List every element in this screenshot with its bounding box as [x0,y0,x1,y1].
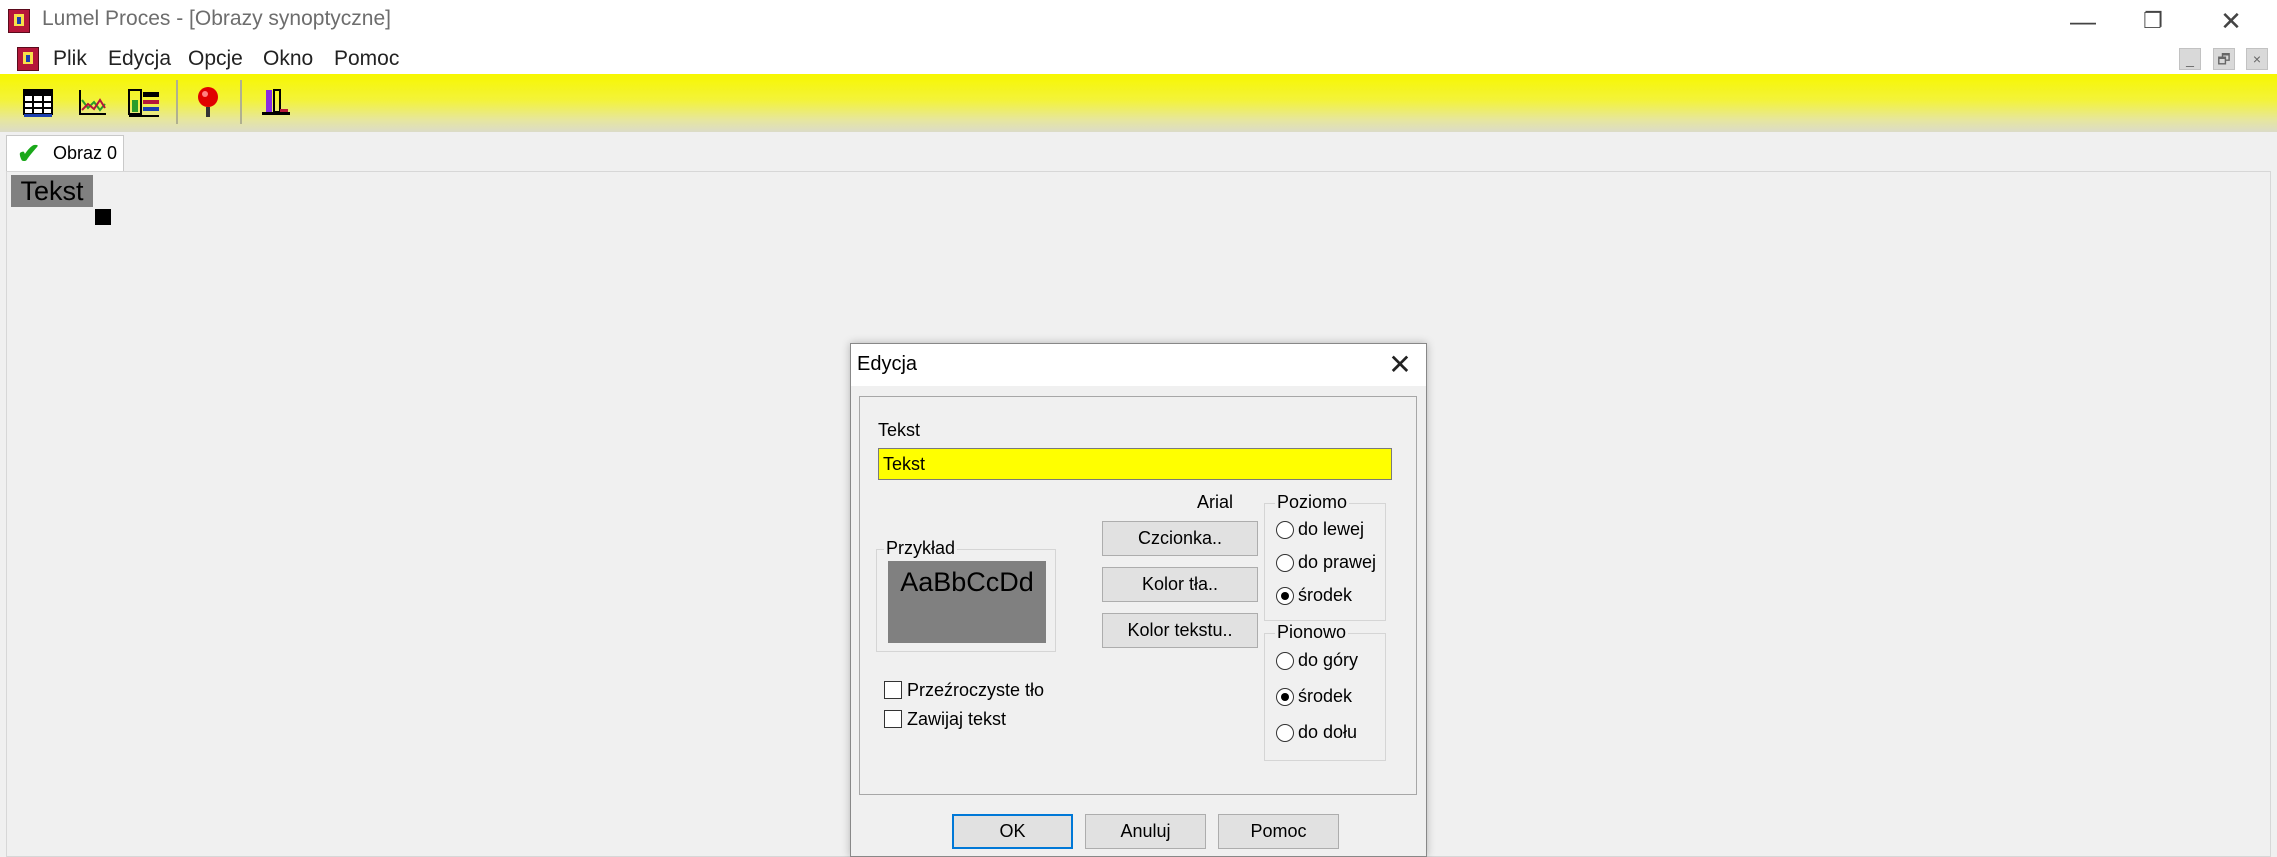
radio-label: do prawej [1298,552,1377,572]
mdi-restore-button[interactable]: 🗗 [2213,48,2235,70]
document-icon[interactable] [17,47,39,71]
text-color-button[interactable]: Kolor tekstu.. [1102,613,1258,648]
transparent-bg-label: Przeźroczyste tło [907,680,1045,700]
line-chart-icon[interactable] [72,82,112,122]
text-input[interactable] [878,448,1392,480]
menu-opcje[interactable]: Opcje [188,44,243,74]
dialog-title-bar: Edycja ✕ [851,344,1426,386]
text-field-label: Tekst [878,420,921,440]
radio-label: do dołu [1298,722,1358,742]
radio-button[interactable] [1276,652,1294,670]
window-title: Lumel Proces - [Obrazy synoptyczne] [42,7,391,30]
title-bar: Lumel Proces - [Obrazy synoptyczne] — ❐ … [0,0,2277,44]
transparent-bg-checkbox[interactable] [884,681,902,699]
ok-button[interactable]: OK [952,814,1073,849]
checkmark-icon: ✔ [17,138,41,169]
app-icon [8,9,30,33]
resize-handle[interactable] [95,209,111,225]
radio-button-selected[interactable] [1276,688,1294,706]
tab-strip [0,132,2277,172]
sample-text: AaBbCcDd [900,567,1034,597]
menu-pomoc[interactable]: Pomoc [334,44,399,74]
dialog-close-icon[interactable]: ✕ [1382,346,1418,384]
font-button[interactable]: Czcionka.. [1102,521,1258,556]
dialog-title: Edycja [857,353,918,375]
font-name-label: Arial [1197,492,1234,512]
radio-button-selected[interactable] [1276,587,1294,605]
cancel-button[interactable]: Anuluj [1085,814,1206,849]
toolbar [0,74,2277,132]
radio-button[interactable] [1276,554,1294,572]
close-button[interactable]: ✕ [2196,2,2266,40]
horizontal-align-title: Poziomo [1275,492,1350,513]
chart-settings-icon[interactable] [256,82,296,122]
toolbar-separator [240,80,242,124]
wrap-text-label: Zawijaj tekst [907,709,1007,729]
minimize-button[interactable]: — [2048,2,2118,40]
radio-label: środek [1298,686,1353,706]
menu-plik[interactable]: Plik [53,44,87,74]
radio-label: do góry [1298,650,1359,670]
radio-label: środek [1298,585,1353,605]
mdi-close-button[interactable]: × [2246,48,2268,70]
wrap-text-checkbox[interactable] [884,710,902,728]
toolbar-separator [176,80,178,124]
radio-label: do lewej [1298,519,1365,539]
background-color-button[interactable]: Kolor tła.. [1102,567,1258,602]
sample-preview: AaBbCcDd [888,561,1046,643]
radio-button[interactable] [1276,724,1294,742]
help-button[interactable]: Pomoc [1218,814,1339,849]
restore-button[interactable]: ❐ [2118,2,2188,40]
tab-label: Obraz 0 [53,143,118,163]
canvas-text-object[interactable]: Tekst [11,175,93,207]
menu-edycja[interactable]: Edycja [108,44,171,74]
red-pin-icon[interactable] [188,82,228,122]
tab-obraz-0[interactable]: ✔ Obraz 0 [6,135,124,171]
bar-list-icon[interactable] [124,82,164,122]
mdi-minimize-button[interactable]: _ [2179,48,2201,70]
sample-group-title: Przykład [884,538,958,559]
menu-okno[interactable]: Okno [263,44,313,74]
edit-dialog: Edycja ✕ Tekst Arial Przykład AaBbCcDd C… [850,343,1427,857]
table-icon[interactable] [18,82,58,122]
radio-button[interactable] [1276,521,1294,539]
menu-bar: Plik Edycja Opcje Okno Pomoc [0,44,2277,74]
vertical-align-title: Pionowo [1275,622,1349,643]
